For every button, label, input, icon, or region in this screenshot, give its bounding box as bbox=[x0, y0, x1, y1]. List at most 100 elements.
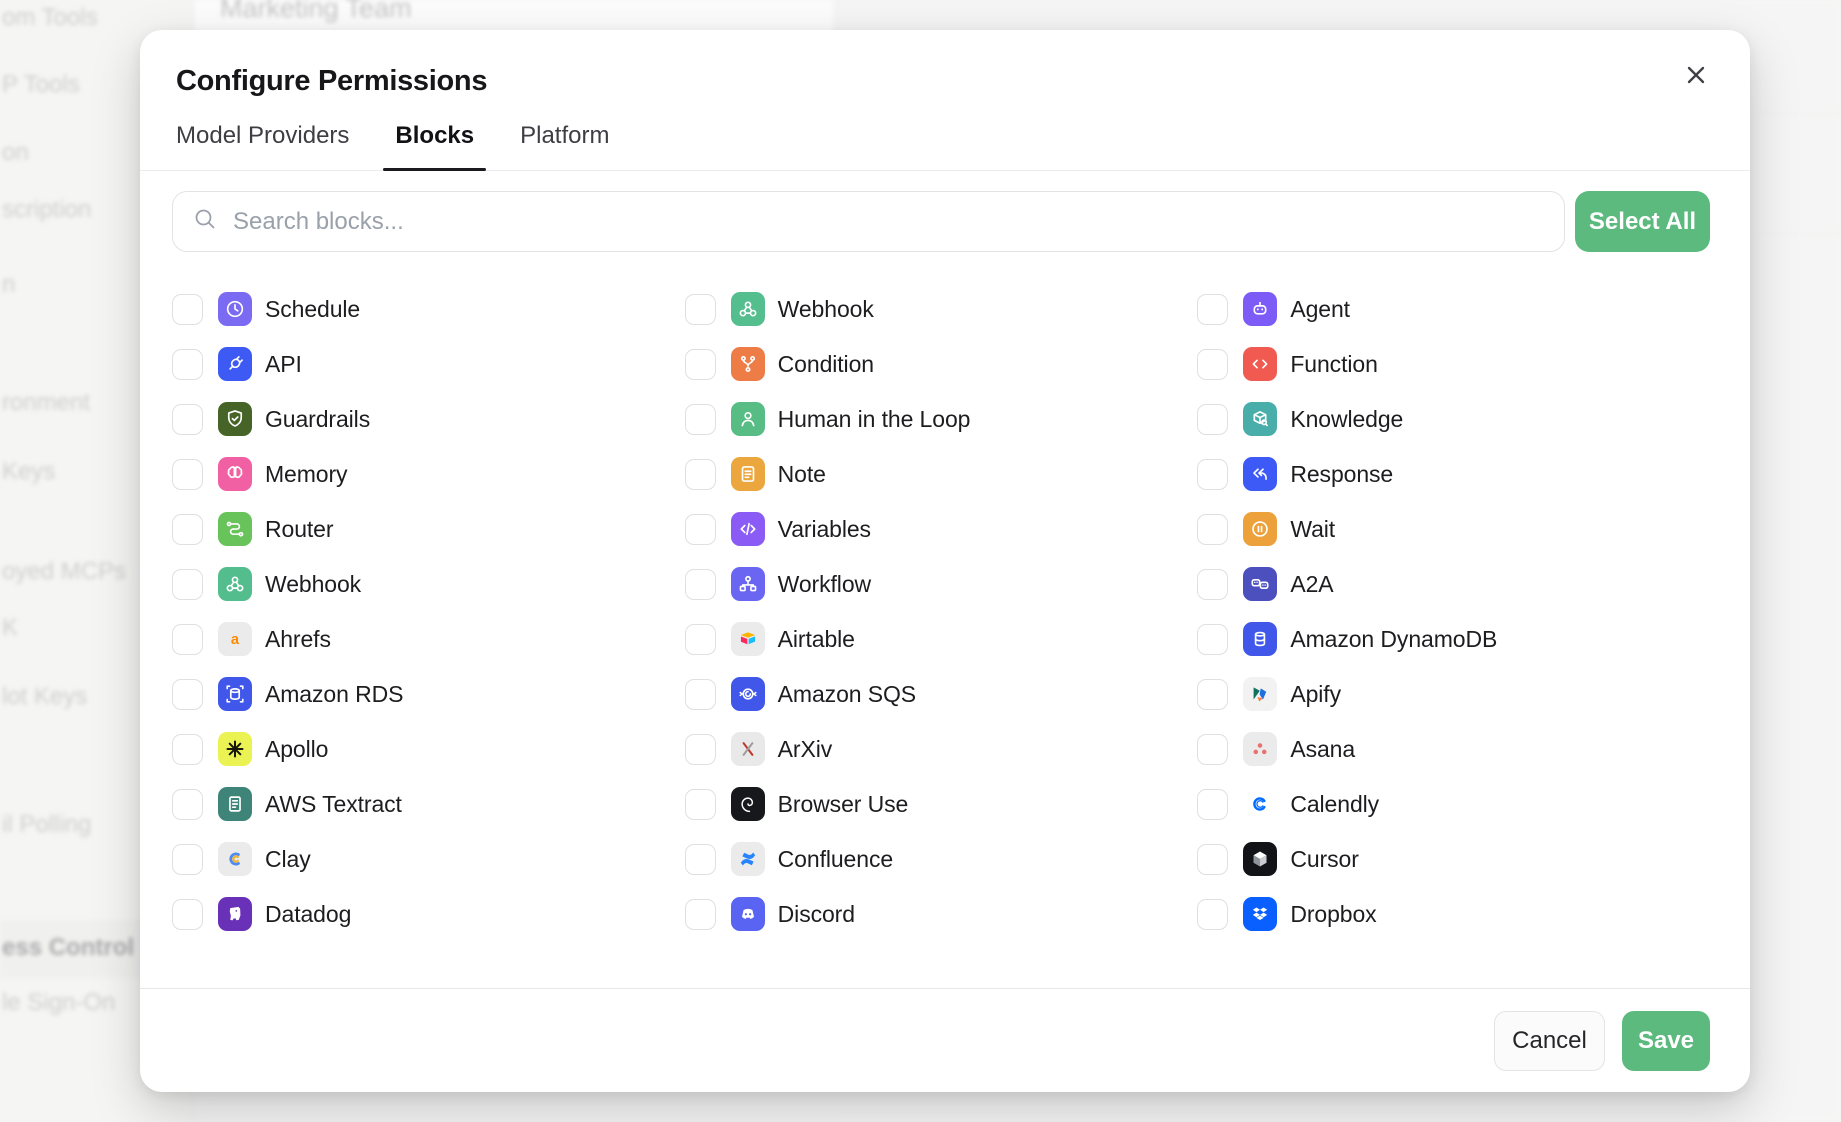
block-checkbox-variables[interactable] bbox=[685, 514, 716, 545]
block-checkbox-clay[interactable] bbox=[172, 844, 203, 875]
block-checkbox-webhook[interactable] bbox=[685, 294, 716, 325]
webhook-icon bbox=[731, 292, 765, 326]
block-checkbox-webhook[interactable] bbox=[172, 569, 203, 600]
block-label: Amazon RDS bbox=[265, 681, 403, 708]
block-label: Condition bbox=[778, 351, 874, 378]
block-checkbox-browser-use[interactable] bbox=[685, 789, 716, 820]
block-item-webhook: Webhook bbox=[685, 292, 1198, 326]
block-checkbox-api[interactable] bbox=[172, 349, 203, 380]
block-label: Browser Use bbox=[778, 791, 909, 818]
select-all-button[interactable]: Select All bbox=[1575, 191, 1710, 252]
block-checkbox-router[interactable] bbox=[172, 514, 203, 545]
block-label: Clay bbox=[265, 846, 311, 873]
dialog-footer: Cancel Save bbox=[140, 988, 1750, 1092]
block-item-airtable: Airtable bbox=[685, 622, 1198, 656]
block-checkbox-apify[interactable] bbox=[1197, 679, 1228, 710]
block-item-clay: Clay bbox=[172, 842, 685, 876]
block-checkbox-datadog[interactable] bbox=[172, 899, 203, 930]
block-item-response: Response bbox=[1197, 457, 1710, 491]
dropbox-icon bbox=[1243, 897, 1277, 931]
blocks-column-2: Webhook Condition Human in the Loop Note… bbox=[685, 292, 1198, 931]
save-button[interactable]: Save bbox=[1622, 1011, 1710, 1071]
block-label: API bbox=[265, 351, 302, 378]
block-checkbox-cursor[interactable] bbox=[1197, 844, 1228, 875]
queue-circle-icon bbox=[731, 677, 765, 711]
block-item-amazon-sqs: Amazon SQS bbox=[685, 677, 1198, 711]
cube-search-icon bbox=[1243, 402, 1277, 436]
cancel-button[interactable]: Cancel bbox=[1494, 1011, 1605, 1071]
block-checkbox-amazon-rds[interactable] bbox=[172, 679, 203, 710]
discord-icon bbox=[731, 897, 765, 931]
block-label: Router bbox=[265, 516, 333, 543]
block-item-variables: Variables bbox=[685, 512, 1198, 546]
asterisk-icon bbox=[218, 732, 252, 766]
block-checkbox-airtable[interactable] bbox=[685, 624, 716, 655]
block-item-calendly: Calendly bbox=[1197, 787, 1710, 821]
ahrefs-icon: a bbox=[218, 622, 252, 656]
arxiv-icon bbox=[731, 732, 765, 766]
webhook-icon bbox=[218, 567, 252, 601]
block-item-amazon-dynamodb: Amazon DynamoDB bbox=[1197, 622, 1710, 656]
block-checkbox-discord[interactable] bbox=[685, 899, 716, 930]
block-checkbox-memory[interactable] bbox=[172, 459, 203, 490]
block-checkbox-arxiv[interactable] bbox=[685, 734, 716, 765]
block-label: Human in the Loop bbox=[778, 406, 971, 433]
block-checkbox-human-in-the-loop[interactable] bbox=[685, 404, 716, 435]
tab-platform[interactable]: Platform bbox=[520, 122, 609, 170]
block-item-confluence: Confluence bbox=[685, 842, 1198, 876]
tab-blocks[interactable]: Blocks bbox=[395, 122, 474, 170]
block-item-discord: Discord bbox=[685, 897, 1198, 931]
block-checkbox-response[interactable] bbox=[1197, 459, 1228, 490]
block-checkbox-schedule[interactable] bbox=[172, 294, 203, 325]
block-checkbox-amazon-sqs[interactable] bbox=[685, 679, 716, 710]
note-icon bbox=[731, 457, 765, 491]
block-label: Amazon DynamoDB bbox=[1290, 626, 1497, 653]
block-label: Amazon SQS bbox=[778, 681, 916, 708]
block-checkbox-a2a[interactable] bbox=[1197, 569, 1228, 600]
block-item-agent: Agent bbox=[1197, 292, 1710, 326]
confluence-icon bbox=[731, 842, 765, 876]
block-label: Agent bbox=[1290, 296, 1350, 323]
block-label: Calendly bbox=[1290, 791, 1379, 818]
block-checkbox-knowledge[interactable] bbox=[1197, 404, 1228, 435]
block-checkbox-agent[interactable] bbox=[1197, 294, 1228, 325]
block-item-arxiv: ArXiv bbox=[685, 732, 1198, 766]
block-checkbox-amazon-dynamodb[interactable] bbox=[1197, 624, 1228, 655]
search-row: Select All bbox=[172, 191, 1710, 252]
search-input[interactable] bbox=[231, 207, 1544, 237]
block-item-knowledge: Knowledge bbox=[1197, 402, 1710, 436]
pause-circle-icon bbox=[1243, 512, 1277, 546]
block-item-human-in-the-loop: Human in the Loop bbox=[685, 402, 1198, 436]
block-checkbox-asana[interactable] bbox=[1197, 734, 1228, 765]
block-label: Datadog bbox=[265, 901, 351, 928]
block-label: Response bbox=[1290, 461, 1393, 488]
block-item-guardrails: Guardrails bbox=[172, 402, 685, 436]
block-checkbox-calendly[interactable] bbox=[1197, 789, 1228, 820]
block-label: Discord bbox=[778, 901, 855, 928]
block-checkbox-function[interactable] bbox=[1197, 349, 1228, 380]
tab-model-providers[interactable]: Model Providers bbox=[176, 122, 349, 170]
block-label: AWS Textract bbox=[265, 791, 402, 818]
block-checkbox-condition[interactable] bbox=[685, 349, 716, 380]
block-checkbox-confluence[interactable] bbox=[685, 844, 716, 875]
block-checkbox-guardrails[interactable] bbox=[172, 404, 203, 435]
block-checkbox-wait[interactable] bbox=[1197, 514, 1228, 545]
block-label: Function bbox=[1290, 351, 1377, 378]
block-checkbox-ahrefs[interactable] bbox=[172, 624, 203, 655]
block-label: Note bbox=[778, 461, 826, 488]
shield-check-icon bbox=[218, 402, 252, 436]
reply-icon bbox=[1243, 457, 1277, 491]
svg-text:a: a bbox=[231, 632, 240, 648]
block-checkbox-note[interactable] bbox=[685, 459, 716, 490]
block-checkbox-apollo[interactable] bbox=[172, 734, 203, 765]
route-icon bbox=[218, 512, 252, 546]
block-checkbox-dropbox[interactable] bbox=[1197, 899, 1228, 930]
configure-permissions-dialog: Configure Permissions Model Providers Bl… bbox=[140, 30, 1750, 1092]
block-checkbox-aws-textract[interactable] bbox=[172, 789, 203, 820]
block-checkbox-workflow[interactable] bbox=[685, 569, 716, 600]
close-button[interactable] bbox=[1680, 60, 1712, 92]
agents-chat-icon bbox=[1243, 567, 1277, 601]
block-label: Confluence bbox=[778, 846, 893, 873]
clay-icon bbox=[218, 842, 252, 876]
block-label: Cursor bbox=[1290, 846, 1358, 873]
